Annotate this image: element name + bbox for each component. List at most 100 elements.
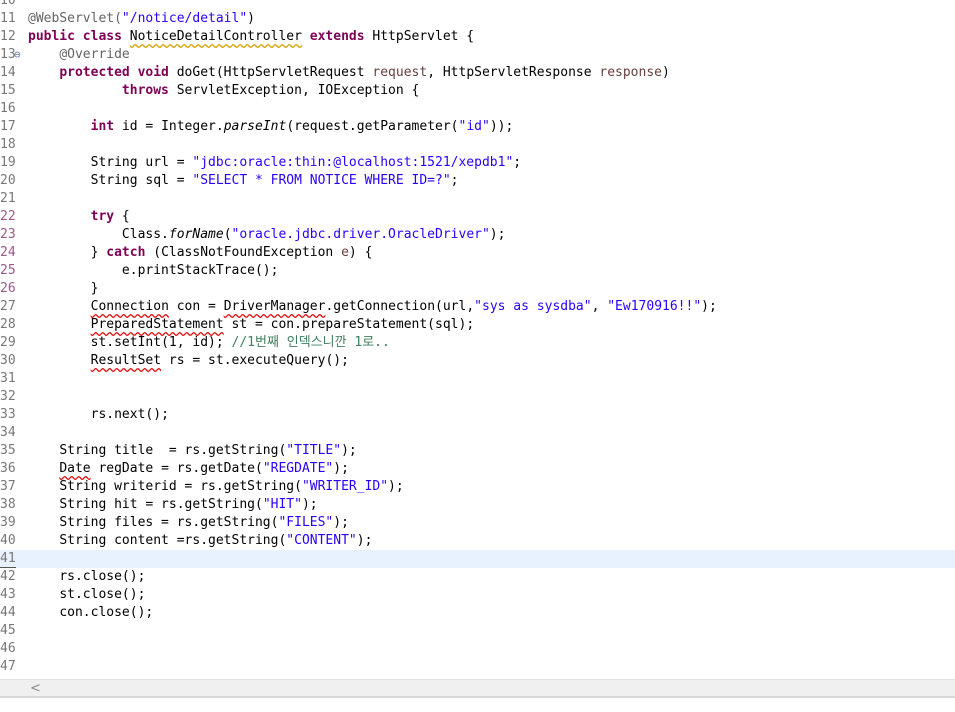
code-text: rs.next(); [28, 406, 169, 424]
code-line[interactable]: 31 [0, 370, 955, 388]
code-token: ); [388, 479, 404, 494]
line-number: 16 [0, 101, 16, 116]
line-number: 28 [0, 317, 16, 332]
line-number: 43 [0, 587, 16, 602]
current-code-line[interactable]: 41 [0, 550, 955, 568]
error-token[interactable]: Connection [91, 299, 169, 314]
string-token: "FILES" [278, 515, 334, 530]
code-token: ) { [348, 245, 373, 260]
code-line[interactable]: 42 rs.close(); [0, 568, 955, 586]
code-line[interactable]: 36 Date regDate = rs.getDate("REGDATE"); [0, 460, 955, 478]
line-number: 32 [0, 389, 16, 404]
scroll-left-arrow-icon[interactable]: < [30, 681, 41, 696]
fold-collapse-icon[interactable]: ⊖ [14, 46, 21, 64]
error-token[interactable]: DriverManager [224, 299, 326, 314]
code-line[interactable]: 14 protected void doGet(HttpServletReque… [0, 64, 955, 82]
line-number: 36 [0, 461, 16, 476]
line-number: 39 [0, 515, 16, 530]
code-line[interactable]: 45 [0, 622, 955, 640]
code-text: PreparedStatement st = con.prepareStatem… [28, 316, 475, 334]
annotation-token: @WebServlet( [28, 11, 122, 26]
code-line[interactable]: 11 @WebServlet("/notice/detail") [0, 10, 955, 28]
code-line[interactable]: 23 Class.forName("oracle.jdbc.driver.Ora… [0, 226, 955, 244]
code-line[interactable]: 30 ResultSet rs = st.executeQuery(); [0, 352, 955, 370]
code-line[interactable]: 12 public class NoticeDetailController e… [0, 28, 955, 46]
code-text: } catch (ClassNotFoundException e) { [28, 244, 373, 262]
error-token[interactable]: PreparedStatement [91, 317, 224, 332]
code-text: @WebServlet("/notice/detail") [28, 10, 255, 28]
line-number: 38 [0, 497, 16, 512]
code-line[interactable]: 20 String sql = "SELECT * FROM NOTICE WH… [0, 172, 955, 190]
code-line[interactable]: 33 rs.next(); [0, 406, 955, 424]
code-line[interactable]: 47 [0, 658, 955, 676]
code-token: ; [513, 155, 522, 170]
code-token: ); [356, 533, 373, 548]
code-line[interactable]: 43 st.close(); [0, 586, 955, 604]
error-token[interactable]: Date [59, 461, 90, 476]
code-line[interactable]: 19 String url = "jdbc:oracle:thin:@local… [0, 154, 955, 172]
code-line[interactable]: 22 try { [0, 208, 955, 226]
error-token[interactable]: ResultSet [91, 353, 161, 368]
code-token: (request.getParameter( [286, 119, 459, 134]
code-token: rs.close(); [59, 569, 146, 584]
line-number: 47 [0, 659, 16, 674]
code-token: ServletException, IOException { [176, 83, 420, 98]
code-line[interactable]: 17 int id = Integer.parseInt(request.get… [0, 118, 955, 136]
line-number: 10 [0, 0, 16, 8]
line-number: 31 [0, 371, 16, 386]
code-text: throws ServletException, IOException { [28, 82, 419, 100]
code-editor[interactable]: 10 11 @WebServlet("/notice/detail") 12 p… [0, 0, 955, 676]
code-line[interactable]: 46 [0, 640, 955, 658]
code-line[interactable]: 15 throws ServletException, IOException … [0, 82, 955, 100]
code-line[interactable]: 26 } [0, 280, 955, 298]
code-line[interactable]: 13 ⊖ @Override [0, 46, 955, 64]
code-line[interactable]: 29 st.setInt(1, id); //1번째 인덱스니깐 1로.. [0, 334, 955, 352]
class-name-token[interactable]: NoticeDetailController [130, 29, 302, 44]
line-number: 21 [0, 191, 16, 206]
code-line[interactable]: 10 [0, 0, 955, 10]
code-line[interactable]: 35 String title = rs.getString("TITLE"); [0, 442, 955, 460]
code-line[interactable]: 32 [0, 388, 955, 406]
code-line[interactable]: 40 String content =rs.getString("CONTENT… [0, 532, 955, 550]
code-token: String writerid = rs.getString( [59, 479, 302, 494]
code-text: int id = Integer.parseInt(request.getPar… [28, 118, 514, 136]
code-text: con.close(); [28, 604, 153, 622]
code-token: String files = rs.getString( [59, 515, 279, 530]
code-line[interactable]: 37 String writerid = rs.getString("WRITE… [0, 478, 955, 496]
code-line[interactable]: 28 PreparedStatement st = con.prepareSta… [0, 316, 955, 334]
code-token: con.close(); [59, 605, 154, 620]
code-token: ); [333, 461, 349, 476]
code-line[interactable]: 24 } catch (ClassNotFoundException e) { [0, 244, 955, 262]
code-token: String hit = rs.getString( [59, 497, 263, 512]
code-line[interactable]: 18 [0, 136, 955, 154]
code-line[interactable]: 21 [0, 190, 955, 208]
code-line[interactable]: 16 [0, 100, 955, 118]
line-number: 44 [0, 605, 16, 620]
code-line[interactable]: 44 con.close(); [0, 604, 955, 622]
code-line[interactable]: 34 [0, 424, 955, 442]
code-text: Class.forName("oracle.jdbc.driver.Oracle… [28, 226, 506, 244]
code-text: String writerid = rs.getString("WRITER_I… [28, 478, 404, 496]
line-number: 30 [0, 353, 16, 368]
code-token: ); [301, 497, 318, 512]
line-number: 15 [0, 83, 16, 98]
code-text: String content =rs.getString("CONTENT"); [28, 532, 372, 550]
code-line[interactable]: 39 String files = rs.getString("FILES"); [0, 514, 955, 532]
code-token: con = [168, 299, 224, 314]
code-text: rs.close(); [28, 568, 145, 586]
line-number: 33 [0, 407, 16, 422]
code-line[interactable]: 38 String hit = rs.getString("HIT"); [0, 496, 955, 514]
keyword-token: protected void [59, 65, 177, 80]
code-line[interactable]: 25 e.printStackTrace(); [0, 262, 955, 280]
code-line[interactable]: 27 Connection con = DriverManager.getCon… [0, 298, 955, 316]
code-text: String title = rs.getString("TITLE"); [28, 442, 356, 460]
